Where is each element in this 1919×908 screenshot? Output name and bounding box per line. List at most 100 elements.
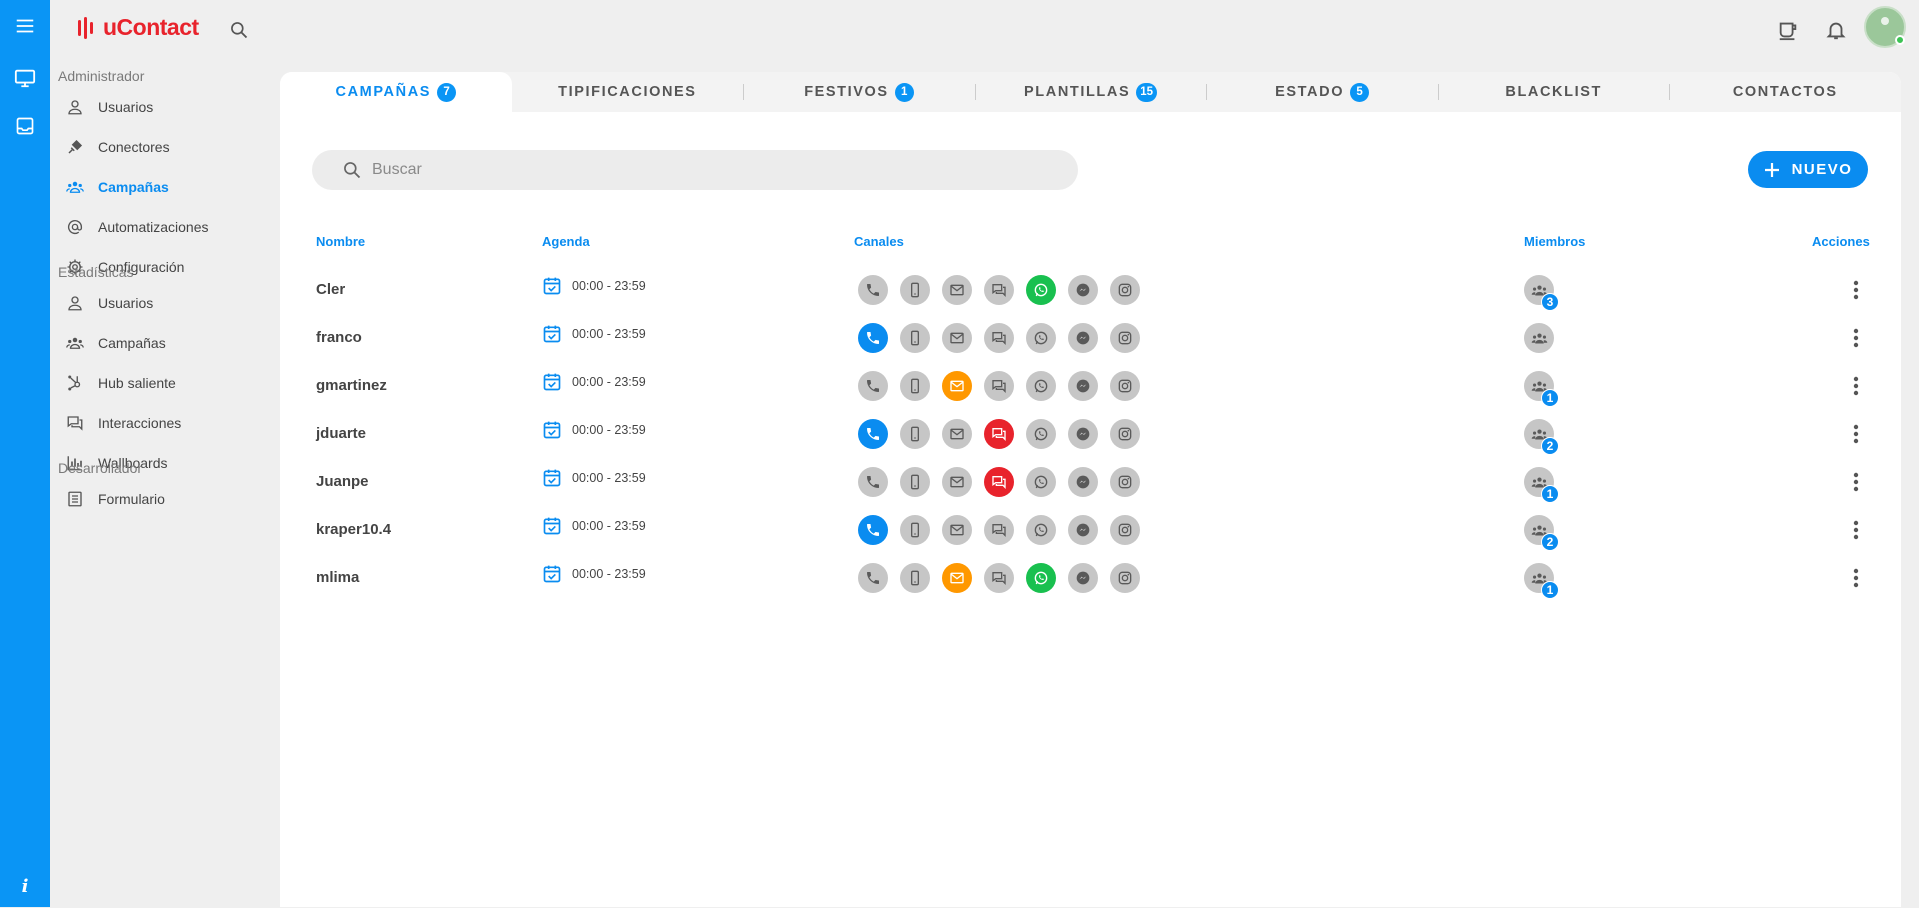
tab-estado[interactable]: ESTADO 5 xyxy=(1206,72,1438,112)
messenger-channel-icon[interactable] xyxy=(1068,371,1098,401)
phone-channel-icon[interactable] xyxy=(858,419,888,449)
table-row[interactable]: franco 00:00 - 23:59 xyxy=(280,314,1901,362)
mobile-channel-icon[interactable] xyxy=(900,563,930,593)
mobile-channel-icon[interactable] xyxy=(900,467,930,497)
more-actions-icon[interactable] xyxy=(1846,422,1866,446)
email-channel-icon[interactable] xyxy=(942,563,972,593)
mobile-channel-icon[interactable] xyxy=(900,515,930,545)
bell-icon[interactable] xyxy=(1824,18,1848,42)
chat-channel-icon[interactable] xyxy=(984,323,1014,353)
new-campaign-button[interactable]: NUEVO xyxy=(1748,151,1868,188)
instagram-channel-icon[interactable] xyxy=(1110,467,1140,497)
members-button[interactable]: 1 xyxy=(1524,467,1559,503)
agenda-cell[interactable]: 00:00 - 23:59 xyxy=(542,468,646,488)
agenda-cell[interactable]: 00:00 - 23:59 xyxy=(542,372,646,392)
column-header-name[interactable]: Nombre xyxy=(316,234,365,249)
members-button[interactable]: 3 xyxy=(1524,275,1559,311)
column-header-agenda[interactable]: Agenda xyxy=(542,234,590,249)
more-actions-icon[interactable] xyxy=(1846,470,1866,494)
whatsapp-channel-icon[interactable] xyxy=(1026,467,1056,497)
table-row[interactable]: Cler 00:00 - 23:59 3 xyxy=(280,266,1901,314)
avatar[interactable] xyxy=(1864,6,1906,48)
messenger-channel-icon[interactable] xyxy=(1068,467,1098,497)
phone-channel-icon[interactable] xyxy=(858,563,888,593)
table-row[interactable]: mlima 00:00 - 23:59 1 xyxy=(280,554,1901,602)
more-actions-icon[interactable] xyxy=(1846,566,1866,590)
mobile-channel-icon[interactable] xyxy=(900,275,930,305)
members-button[interactable]: 1 xyxy=(1524,371,1559,407)
email-channel-icon[interactable] xyxy=(942,371,972,401)
members-button[interactable]: 2 xyxy=(1524,515,1559,551)
instagram-channel-icon[interactable] xyxy=(1110,515,1140,545)
mobile-channel-icon[interactable] xyxy=(900,323,930,353)
tab-festivos[interactable]: FESTIVOS 1 xyxy=(743,72,975,112)
table-row[interactable]: jduarte 00:00 - 23:59 2 xyxy=(280,410,1901,458)
sidebar-item-automatizaciones[interactable]: Automatizaciones xyxy=(66,213,209,241)
instagram-channel-icon[interactable] xyxy=(1110,371,1140,401)
sidebar-item-conectores[interactable]: Conectores xyxy=(66,133,170,161)
email-channel-icon[interactable] xyxy=(942,323,972,353)
agenda-cell[interactable]: 00:00 - 23:59 xyxy=(542,276,646,296)
monitor-icon[interactable] xyxy=(0,56,50,100)
table-row[interactable]: Juanpe 00:00 - 23:59 1 xyxy=(280,458,1901,506)
search-bar[interactable] xyxy=(312,150,1078,190)
members-button[interactable]: 1 xyxy=(1524,563,1559,599)
email-channel-icon[interactable] xyxy=(942,419,972,449)
instagram-channel-icon[interactable] xyxy=(1110,323,1140,353)
more-actions-icon[interactable] xyxy=(1846,326,1866,350)
chat-channel-icon[interactable] xyxy=(984,515,1014,545)
messenger-channel-icon[interactable] xyxy=(1068,515,1098,545)
email-channel-icon[interactable] xyxy=(942,467,972,497)
tab-tipificaciones[interactable]: TIPIFICACIONES xyxy=(512,72,744,112)
email-channel-icon[interactable] xyxy=(942,275,972,305)
members-button[interactable] xyxy=(1524,323,1554,353)
sidebar-item-usuarios[interactable]: Usuarios xyxy=(66,289,153,317)
phone-channel-icon[interactable] xyxy=(858,371,888,401)
tab-plantillas[interactable]: PLANTILLAS 15 xyxy=(974,72,1207,112)
whatsapp-channel-icon[interactable] xyxy=(1026,419,1056,449)
more-actions-icon[interactable] xyxy=(1846,518,1866,542)
chat-channel-icon[interactable] xyxy=(984,419,1014,449)
instagram-channel-icon[interactable] xyxy=(1110,419,1140,449)
instagram-channel-icon[interactable] xyxy=(1110,275,1140,305)
whatsapp-channel-icon[interactable] xyxy=(1026,323,1056,353)
messenger-channel-icon[interactable] xyxy=(1068,275,1098,305)
info-icon[interactable]: i xyxy=(0,864,50,908)
tab-campanas[interactable]: CAMPAÑAS 7 xyxy=(280,72,512,112)
agenda-cell[interactable]: 00:00 - 23:59 xyxy=(542,420,646,440)
phone-channel-icon[interactable] xyxy=(858,515,888,545)
messenger-channel-icon[interactable] xyxy=(1068,563,1098,593)
phone-channel-icon[interactable] xyxy=(858,275,888,305)
tab-blacklist[interactable]: BLACKLIST xyxy=(1437,72,1670,112)
tab-contactos[interactable]: CONTACTOS xyxy=(1669,72,1901,112)
search-icon[interactable] xyxy=(227,18,251,42)
chat-channel-icon[interactable] xyxy=(984,371,1014,401)
table-row[interactable]: gmartinez 00:00 - 23:59 1 xyxy=(280,362,1901,410)
inbox-icon[interactable] xyxy=(0,104,50,148)
agenda-cell[interactable]: 00:00 - 23:59 xyxy=(542,516,646,536)
table-row[interactable]: kraper10.4 00:00 - 23:59 2 xyxy=(280,506,1901,554)
email-channel-icon[interactable] xyxy=(942,515,972,545)
messenger-channel-icon[interactable] xyxy=(1068,323,1098,353)
whatsapp-channel-icon[interactable] xyxy=(1026,515,1056,545)
chat-channel-icon[interactable] xyxy=(984,275,1014,305)
whatsapp-channel-icon[interactable] xyxy=(1026,563,1056,593)
mobile-channel-icon[interactable] xyxy=(900,371,930,401)
instagram-channel-icon[interactable] xyxy=(1110,563,1140,593)
whatsapp-channel-icon[interactable] xyxy=(1026,275,1056,305)
chat-channel-icon[interactable] xyxy=(984,563,1014,593)
sidebar-item-interacciones[interactable]: Interacciones xyxy=(66,409,181,437)
sidebar-item-formulario[interactable]: Formulario xyxy=(66,485,165,513)
messenger-channel-icon[interactable] xyxy=(1068,419,1098,449)
coffee-break-icon[interactable] xyxy=(1776,18,1800,42)
more-actions-icon[interactable] xyxy=(1846,374,1866,398)
search-input[interactable] xyxy=(372,161,1052,179)
whatsapp-channel-icon[interactable] xyxy=(1026,371,1056,401)
phone-channel-icon[interactable] xyxy=(858,323,888,353)
mobile-channel-icon[interactable] xyxy=(900,419,930,449)
sidebar-item-usuarios[interactable]: Usuarios xyxy=(66,93,153,121)
more-actions-icon[interactable] xyxy=(1846,278,1866,302)
agenda-cell[interactable]: 00:00 - 23:59 xyxy=(542,564,646,584)
agenda-cell[interactable]: 00:00 - 23:59 xyxy=(542,324,646,344)
sidebar-item-campañas[interactable]: Campañas xyxy=(66,329,166,357)
